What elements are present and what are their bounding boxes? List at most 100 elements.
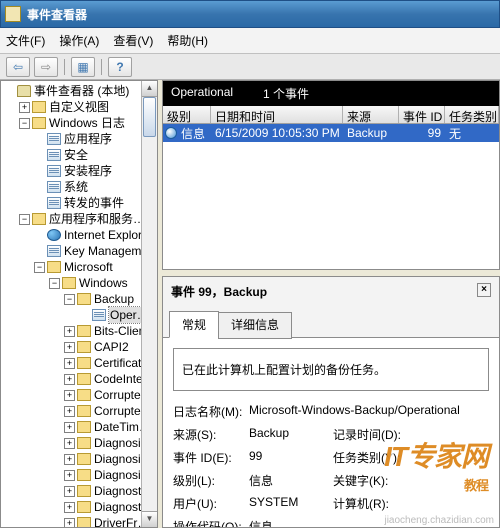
tree-item[interactable]: +CodeIntegrity [1,371,157,387]
folder-icon [77,485,91,497]
list-header-count: 1 个事件 [263,85,309,102]
col-task[interactable]: 任务类别 [445,106,499,123]
tree-item[interactable]: +CAPI2 [1,339,157,355]
scroll-up-button[interactable]: ▲ [142,81,157,97]
detail-tabs: 常规 详细信息 [163,310,499,337]
tree-item[interactable]: +Diagnosis-DPS [1,435,157,451]
row-source: Backup [343,126,399,140]
log-icon [47,197,61,209]
tab-details[interactable]: 详细信息 [218,312,292,339]
globe-icon [47,229,61,241]
folder-icon [47,261,61,273]
tree-item[interactable]: +CorruptedFile [1,387,157,403]
event-row[interactable]: 信息 6/15/2009 10:05:30 PM Backup 99 无 [163,124,499,142]
tree-log-system[interactable]: 系统 [1,179,157,195]
col-level[interactable]: 级别 [163,106,211,123]
folder-icon [32,213,46,225]
tree-log-setup[interactable]: 安装程序 [1,163,157,179]
tree-custom-views[interactable]: +自定义视图 [1,99,157,115]
event-message: 已在此计算机上配置计划的备份任务。 [173,348,489,391]
tree-item[interactable]: +Diagnosis-MSD [1,451,157,467]
tree-panel: 事件查看器 (本地) +自定义视图 −Windows 日志 应用程序 安全 安装… [0,80,158,528]
menu-action[interactable]: 操作(A) [59,32,99,49]
lbl-keywords: 关键字(K): [333,472,405,489]
tree-backup[interactable]: −Backup [1,291,157,307]
lbl-computer: 计算机(R): [333,495,405,512]
tree-item[interactable]: +Bits-Client [1,323,157,339]
folder-icon [77,501,91,513]
folder-icon [62,277,76,289]
row-task: 无 [445,125,499,142]
lbl-source: 来源(S): [173,426,245,443]
back-button[interactable] [6,57,30,77]
tree-kms[interactable]: Key Management Serv [1,243,157,259]
event-list: Operational 1 个事件 级别 日期和时间 来源 事件 ID 任务类别… [162,80,500,270]
lbl-user: 用户(U): [173,495,245,512]
event-properties: 日志名称(M): Microsoft-Windows-Backup/Operat… [173,403,489,527]
tree-item[interactable]: +Diagnosis-PLA [1,467,157,483]
row-date: 6/15/2009 10:05:30 PM [211,126,343,140]
titlebar: 事件查看器 [0,0,500,28]
tree-item[interactable]: +CorruptedFile [1,403,157,419]
col-source[interactable]: 来源 [343,106,399,123]
log-icon [47,165,61,177]
tree-item[interactable]: +Diagnostics-P [1,499,157,515]
tree-item[interactable]: +CertificateSe [1,355,157,371]
val-level: 信息 [249,472,329,489]
folder-icon [17,85,31,97]
tree-item[interactable]: +Diagnostics-N [1,483,157,499]
folder-icon [77,293,91,305]
tree-root[interactable]: 事件查看器 (本地) [1,83,157,99]
tree-operational[interactable]: Operational [1,307,157,323]
folder-icon [77,517,91,528]
folder-icon [32,101,46,113]
folder-icon [77,357,91,369]
folder-icon [77,341,91,353]
toolbar-sep [101,59,102,75]
menu-view[interactable]: 查看(V) [113,32,153,49]
scroll-down-button[interactable]: ▼ [142,511,157,527]
tree-ms-windows[interactable]: −Windows [1,275,157,291]
app-icon [5,6,21,22]
log-icon [47,149,61,161]
lbl-logname: 日志名称(M): [173,403,245,420]
lbl-eventid: 事件 ID(E): [173,449,245,466]
tree-log-forwarded[interactable]: 转发的事件 [1,195,157,211]
show-hide-tree-button[interactable] [71,57,95,77]
folder-icon [77,469,91,481]
log-icon [47,245,61,257]
forward-button[interactable] [34,57,58,77]
tab-general[interactable]: 常规 [169,311,219,338]
tree-item[interactable]: +DateTimeContr [1,419,157,435]
val-keywords [409,472,489,489]
tree-log-application[interactable]: 应用程序 [1,131,157,147]
log-icon [47,181,61,193]
toolbar [0,54,500,80]
tree-windows-logs[interactable]: −Windows 日志 [1,115,157,131]
folder-icon [77,405,91,417]
tree-log-security[interactable]: 安全 [1,147,157,163]
col-id[interactable]: 事件 ID [399,106,445,123]
close-button[interactable]: × [477,283,491,297]
tree[interactable]: 事件查看器 (本地) +自定义视图 −Windows 日志 应用程序 安全 安装… [1,81,157,528]
tree-scrollbar[interactable]: ▲ ▼ [141,81,157,527]
menu-help[interactable]: 帮助(H) [167,32,208,49]
tree-microsoft[interactable]: −Microsoft [1,259,157,275]
folder-icon [77,373,91,385]
toolbar-sep [64,59,65,75]
help-button[interactable] [108,57,132,77]
tree-item[interactable]: +DriverFramewo [1,515,157,528]
val-task [409,449,489,466]
column-headers: 级别 日期和时间 来源 事件 ID 任务类别 [163,106,499,124]
scroll-thumb[interactable] [143,97,156,137]
info-icon [165,127,177,139]
folder-icon [77,437,91,449]
col-date[interactable]: 日期和时间 [211,106,343,123]
tree-ie[interactable]: Internet Explorer [1,227,157,243]
menubar: 文件(F) 操作(A) 查看(V) 帮助(H) [0,28,500,54]
list-header: Operational 1 个事件 [163,81,499,106]
val-logged [409,426,489,443]
detail-pane: 事件 99，Backup × 常规 详细信息 已在此计算机上配置计划的备份任务。… [162,276,500,528]
tree-apps-services-logs[interactable]: −应用程序和服务日志 [1,211,157,227]
menu-file[interactable]: 文件(F) [6,32,45,49]
